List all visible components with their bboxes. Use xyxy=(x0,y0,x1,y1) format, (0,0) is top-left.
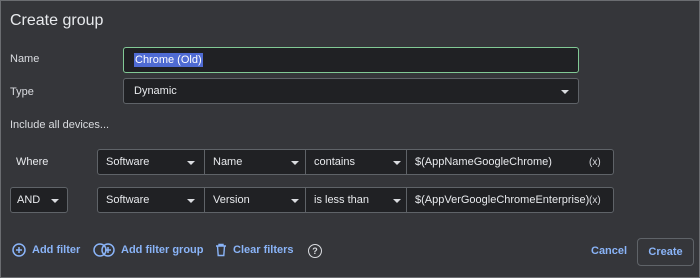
type-select-value: Dynamic xyxy=(134,85,177,97)
value-input[interactable]: $(AppNameGoogleChrome) xyxy=(407,150,587,174)
name-label: Name xyxy=(10,53,40,65)
chevron-down-icon xyxy=(561,90,569,94)
connector-select[interactable]: AND xyxy=(10,187,68,213)
name-input[interactable]: Chrome (Old) xyxy=(123,47,579,73)
operator-select-value: is less than xyxy=(314,194,370,206)
create-group-dialog xyxy=(0,0,700,278)
type-select[interactable]: Dynamic xyxy=(123,78,579,104)
help-icon[interactable]: ? xyxy=(308,244,322,258)
source-select-value: Software xyxy=(106,156,150,168)
chevron-down-icon xyxy=(187,199,195,203)
chevron-down-icon xyxy=(291,199,299,203)
cancel-button[interactable]: Cancel xyxy=(591,245,627,257)
add-group-icon xyxy=(93,243,115,257)
value-input[interactable]: $(AppVerGoogleChromeEnterprise) xyxy=(407,188,590,212)
operator-select[interactable]: is less than xyxy=(306,188,406,212)
chevron-down-icon xyxy=(291,161,299,165)
field-select[interactable]: Name xyxy=(205,150,305,174)
filter-rule-row: Software Version is less than $(AppVerGo… xyxy=(97,187,614,213)
clear-filters-button[interactable]: Clear filters xyxy=(215,243,294,257)
type-label: Type xyxy=(10,86,34,98)
add-filter-group-button[interactable]: Add filter group xyxy=(93,243,204,257)
clear-filters-label: Clear filters xyxy=(233,244,294,256)
field-select-value: Version xyxy=(213,194,250,206)
rule-connector-where: Where xyxy=(16,156,49,168)
clear-value-icon[interactable]: (x) xyxy=(589,188,601,212)
filter-rule-row: Software Name contains $(AppNameGoogleCh… xyxy=(97,149,614,175)
connector-select-value: AND xyxy=(17,194,41,206)
chevron-down-icon xyxy=(393,161,401,165)
add-filter-label: Add filter xyxy=(32,244,81,256)
source-select-value: Software xyxy=(106,194,150,206)
dialog-title: Create group xyxy=(10,12,104,29)
add-filter-group-label: Add filter group xyxy=(121,244,204,256)
create-button[interactable]: Create xyxy=(637,238,694,266)
add-circle-icon xyxy=(12,243,26,257)
add-filter-button[interactable]: Add filter xyxy=(12,243,80,257)
field-select[interactable]: Version xyxy=(205,188,305,212)
value-input-text: $(AppVerGoogleChromeEnterprise) xyxy=(415,194,590,206)
operator-select-value: contains xyxy=(314,156,355,168)
chevron-down-icon xyxy=(51,199,59,203)
chevron-down-icon xyxy=(187,161,195,165)
include-all-devices-text: Include all devices... xyxy=(10,119,110,131)
field-select-value: Name xyxy=(213,156,243,168)
chevron-down-icon xyxy=(393,199,401,203)
value-input-text: $(AppNameGoogleChrome) xyxy=(415,156,552,168)
operator-select[interactable]: contains xyxy=(306,150,406,174)
clear-value-icon[interactable]: (x) xyxy=(589,150,601,174)
name-input-value: Chrome (Old) xyxy=(134,53,203,67)
trash-icon xyxy=(216,243,226,257)
